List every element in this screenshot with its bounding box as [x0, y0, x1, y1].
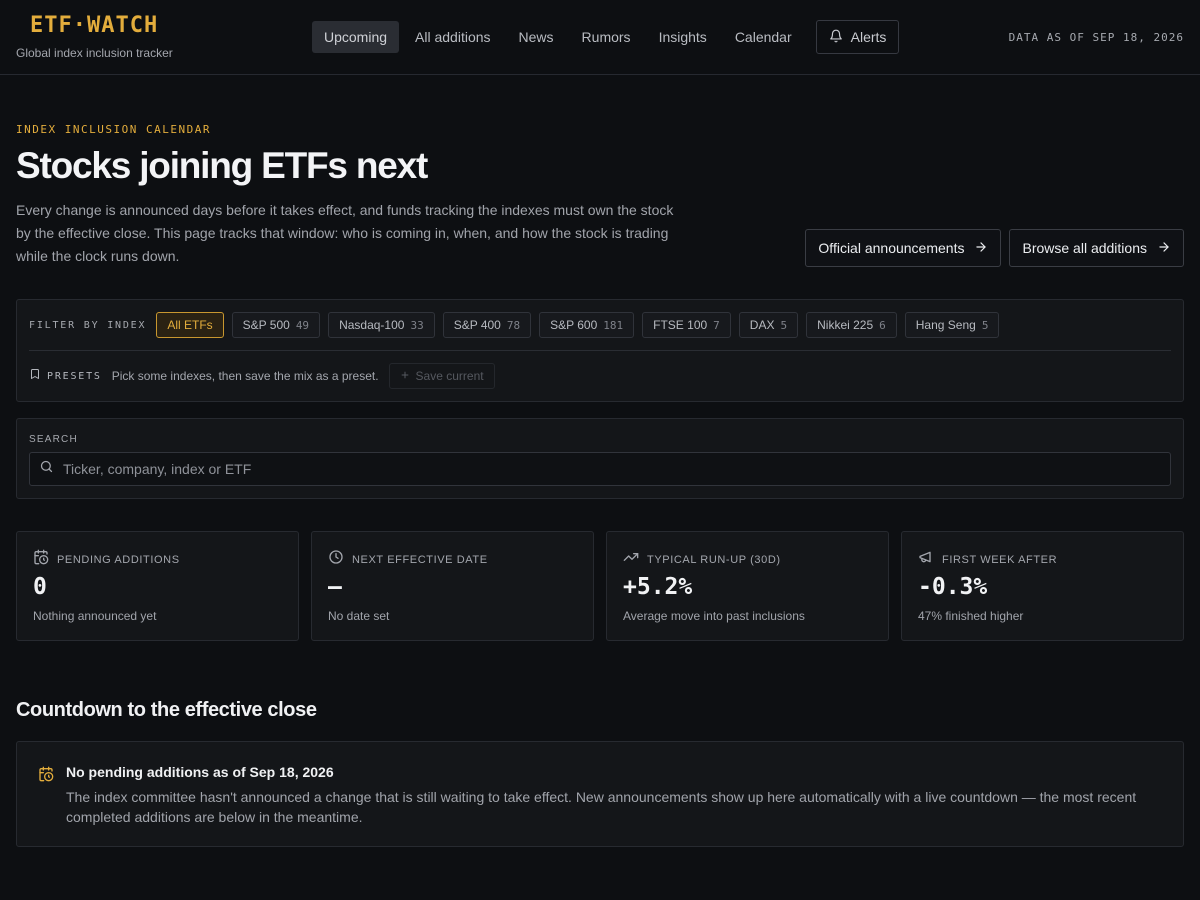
bell-icon	[829, 29, 843, 46]
presets-label: PRESETS	[47, 370, 102, 382]
stat-label: TYPICAL RUN-UP (30D)	[647, 553, 781, 566]
countdown-empty-state: No pending additions as of Sep 18, 2026 …	[16, 741, 1184, 847]
official-announcements-button[interactable]: Official announcements	[805, 229, 1002, 267]
browse-all-additions-button[interactable]: Browse all additions	[1009, 229, 1184, 267]
stat-label: NEXT EFFECTIVE DATE	[352, 553, 488, 566]
chip-count: 181	[603, 318, 624, 332]
chip-count: 6	[879, 318, 886, 332]
nav-item-insights[interactable]: Insights	[647, 21, 719, 53]
nav-item-upcoming[interactable]: Upcoming	[312, 21, 400, 53]
arrow-right-icon	[974, 240, 988, 257]
stat-label: FIRST WEEK AFTER	[942, 553, 1058, 566]
index-filter-row: FILTER BY INDEX All ETFs S&P 500 49 Nasda…	[29, 312, 1007, 338]
empty-state-text: The index committee hasn't announced a c…	[66, 789, 1137, 825]
stat-card-typical-run-up: TYPICAL RUN-UP (30D) +5.2% Average move …	[606, 531, 889, 641]
stat-subtext: 47% finished higher	[918, 609, 1024, 623]
nav-item-all-additions[interactable]: All additions	[403, 21, 503, 53]
filter-chip-nikkei225[interactable]: Nikkei 225 6	[806, 312, 897, 338]
stat-value: +5.2%	[623, 574, 693, 600]
stat-card-first-week-after: FIRST WEEK AFTER -0.3% 47% finished high…	[901, 531, 1184, 641]
calendar-clock-icon	[33, 549, 49, 570]
chip-count: 78	[506, 318, 521, 332]
save-preset-label: Save current	[415, 369, 484, 383]
stat-subtext: No date set	[328, 609, 390, 623]
main-nav: Upcoming All additions News Rumors Insig…	[312, 20, 900, 54]
filter-chip-ftse100[interactable]: FTSE 100 7	[642, 312, 731, 338]
save-preset-button[interactable]: Save current	[388, 363, 495, 389]
plus-icon	[400, 369, 410, 383]
chip-count: 5	[981, 318, 989, 332]
browse-all-additions-label: Browse all additions	[1022, 240, 1147, 256]
megaphone-icon	[918, 549, 934, 570]
page-eyebrow: INDEX INCLUSION CALENDAR	[16, 123, 211, 136]
data-as-of-label: DATA AS OF SEP 18, 2026	[1008, 31, 1184, 44]
filter-chip-all-etfs[interactable]: All ETFs	[156, 312, 224, 338]
filter-chip-hang-seng[interactable]: Hang Seng 5	[904, 312, 1000, 338]
chip-count: 5	[780, 318, 788, 332]
brand-logo[interactable]: ETF·WATCH	[30, 13, 158, 38]
index-filter-panel: FILTER BY INDEX All ETFs S&P 500 49 Nasda…	[16, 299, 1184, 402]
nav-item-news[interactable]: News	[507, 21, 566, 53]
stat-value: —	[328, 574, 342, 600]
stat-card-next-effective-date: NEXT EFFECTIVE DATE — No date set	[311, 531, 594, 641]
hero-actions: Official announcements Browse all additi…	[805, 229, 1184, 267]
stat-label: PENDING ADDITIONS	[57, 553, 180, 566]
stat-value: 0	[33, 574, 47, 600]
bookmark-icon	[29, 367, 41, 385]
stat-card-pending-additions: PENDING ADDITIONS 0 Nothing announced ye…	[16, 531, 299, 641]
trending-up-icon	[623, 549, 639, 570]
search-label: SEARCH	[29, 434, 78, 445]
alerts-label: Alerts	[850, 29, 887, 45]
filter-chip-dax[interactable]: DAX 5	[738, 312, 799, 338]
alerts-button[interactable]: Alerts	[815, 20, 900, 54]
official-announcements-label: Official announcements	[818, 240, 965, 256]
page-description: Every change is announced days before it…	[16, 202, 674, 264]
presets-row: PRESETS Pick some indexes, then save the…	[29, 363, 495, 389]
countdown-section-title: Countdown to the effective close	[16, 699, 317, 721]
stat-subtext: Average move into past inclusions	[623, 609, 805, 623]
search-box[interactable]	[29, 452, 1171, 486]
nav-item-calendar[interactable]: Calendar	[723, 21, 804, 53]
filter-divider	[29, 350, 1171, 351]
filter-chip-nasdaq100[interactable]: Nasdaq-100 33	[328, 312, 435, 338]
chip-count: 49	[295, 318, 310, 332]
empty-state-title: No pending additions as of Sep 18, 2026	[66, 764, 334, 780]
chip-count: 33	[410, 318, 424, 332]
search-input[interactable]	[63, 461, 1170, 477]
arrow-right-icon	[1157, 240, 1171, 257]
stat-subtext: Nothing announced yet	[33, 609, 157, 623]
top-navigation-bar: ETF·WATCH Global index inclusion tracker…	[0, 0, 1200, 75]
presets-hint: Pick some indexes, then save the mix as …	[111, 369, 379, 383]
stat-value: -0.3%	[918, 574, 988, 600]
nav-item-rumors[interactable]: Rumors	[570, 21, 643, 53]
clock-icon	[328, 549, 344, 570]
filter-chip-sp500[interactable]: S&P 500 49	[231, 312, 321, 338]
brand-tagline: Global index inclusion tracker	[16, 46, 173, 60]
search-panel: SEARCH	[16, 418, 1184, 499]
filter-chip-sp600[interactable]: S&P 600 181	[539, 312, 635, 338]
filter-label: FILTER BY INDEX	[29, 319, 147, 331]
page-title: Stocks joining ETFs next	[16, 145, 428, 186]
search-icon	[39, 459, 54, 479]
chip-count: 7	[713, 318, 720, 332]
calendar-clock-icon	[38, 766, 54, 787]
filter-chip-sp400[interactable]: S&P 400 78	[442, 312, 532, 338]
